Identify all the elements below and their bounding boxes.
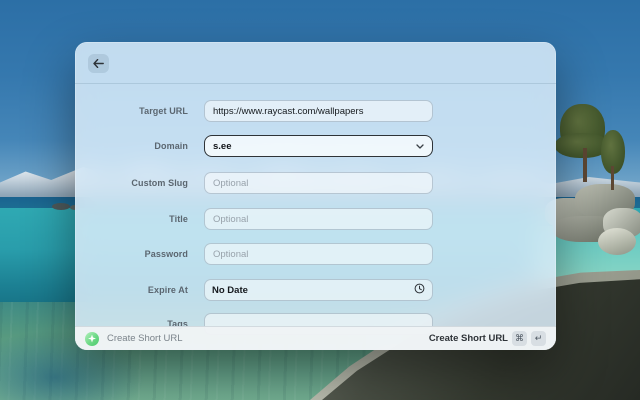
expire-at-picker[interactable]: No Date — [204, 279, 433, 301]
field-label: Custom Slug — [131, 178, 188, 188]
field-label: Target URL — [139, 106, 188, 116]
form-row-domain: Domain s.ee — [75, 135, 556, 157]
create-short-url-action[interactable]: Create Short URL — [429, 333, 508, 344]
field-label: Password — [144, 249, 188, 259]
form-row-target-url: Target URL — [75, 100, 556, 122]
domain-select[interactable]: s.ee — [204, 135, 433, 157]
return-key-icon: ↵ — [531, 331, 546, 346]
window-header — [75, 42, 556, 84]
wallpaper-boulder — [598, 228, 636, 255]
command-key-icon: ⌘ — [512, 331, 527, 346]
expire-at-value: No Date — [212, 284, 248, 296]
clock-icon — [414, 283, 425, 297]
desktop: Target URL Domain s.ee Custom Slug Title — [0, 0, 640, 400]
form-row-password: Password — [75, 243, 556, 265]
footer-actions: Create Short URL ⌘ ↵ — [429, 331, 546, 346]
form-row-expire-at: Expire At No Date — [75, 279, 556, 301]
create-short-url-window: Target URL Domain s.ee Custom Slug Title — [75, 42, 556, 350]
extension-icon — [85, 331, 99, 346]
pine-tree-trunk — [583, 148, 587, 182]
arrow-left-icon — [93, 59, 104, 68]
back-button[interactable] — [88, 54, 109, 73]
form-row-custom-slug: Custom Slug — [75, 172, 556, 194]
wallpaper-rock — [52, 203, 70, 210]
password-input[interactable] — [204, 243, 433, 265]
target-url-input[interactable] — [204, 100, 433, 122]
custom-slug-input[interactable] — [204, 172, 433, 194]
footer-command-name: Create Short URL — [107, 333, 183, 344]
pine-tree-trunk — [611, 166, 614, 190]
form-row-title: Title — [75, 208, 556, 230]
title-input[interactable] — [204, 208, 433, 230]
window-footer: Create Short URL Create Short URL ⌘ ↵ — [75, 326, 556, 350]
chevron-down-icon — [416, 141, 424, 152]
domain-selected-value: s.ee — [213, 140, 232, 152]
star-icon — [88, 334, 96, 343]
field-label: Title — [169, 214, 188, 224]
field-label: Domain — [154, 141, 188, 151]
field-label: Expire At — [147, 285, 188, 295]
